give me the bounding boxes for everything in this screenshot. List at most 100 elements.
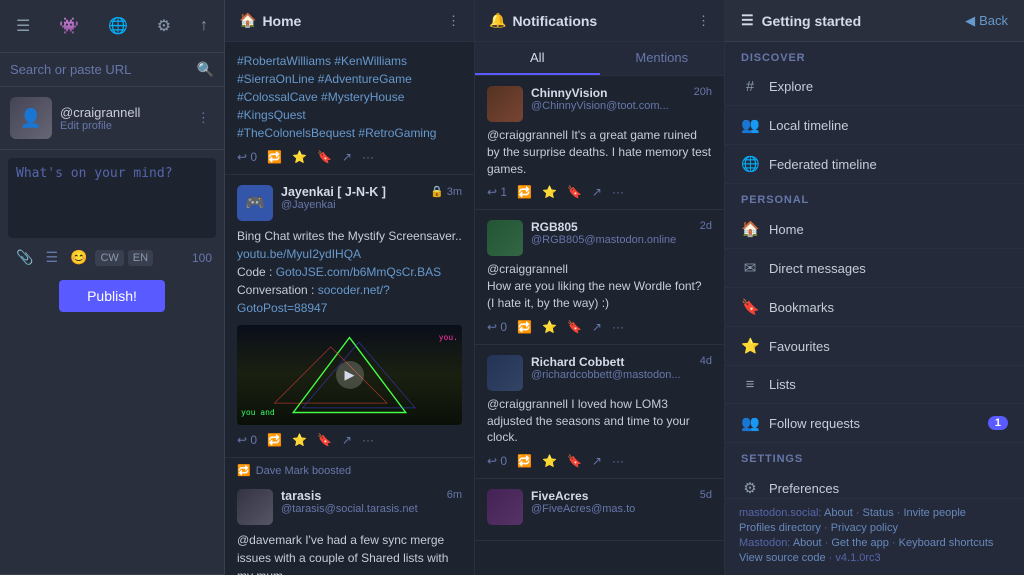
- footer-line4: View source code · v4.1.0rc3: [739, 552, 1010, 564]
- back-chevron-icon: ◀: [965, 13, 975, 29]
- nav-home-label: Home: [769, 222, 804, 237]
- reply[interactable]: ↩ 0: [487, 454, 507, 468]
- fav[interactable]: ⭐: [542, 320, 557, 334]
- nav-local-timeline[interactable]: 👥 Local timeline: [725, 106, 1024, 145]
- play-button[interactable]: ▶: [336, 361, 364, 389]
- attach-icon[interactable]: 📎: [12, 247, 37, 268]
- home-feed: #RobertaWilliams #KenWilliams #SierraOnL…: [225, 42, 474, 575]
- status-link[interactable]: Status: [863, 507, 894, 519]
- jayenkai-link1[interactable]: youtu.be/MyuI2ydIHQA: [237, 247, 361, 261]
- fav[interactable]: ⭐: [542, 454, 557, 468]
- share-action[interactable]: ↗: [342, 433, 352, 447]
- lang-button[interactable]: EN: [128, 250, 153, 266]
- fiveacres-name: FiveAcres: [531, 489, 692, 503]
- cw-button[interactable]: CW: [95, 250, 123, 266]
- search-input[interactable]: [10, 62, 197, 77]
- compose-textarea[interactable]: [8, 158, 216, 238]
- invite-link[interactable]: Invite people: [904, 507, 966, 519]
- reply[interactable]: ↩ 1: [487, 185, 507, 199]
- bookmark[interactable]: 🔖: [567, 320, 582, 334]
- nav-home[interactable]: 🏠 Home: [725, 210, 1024, 249]
- hashtag-post: #RobertaWilliams #KenWilliams #SierraOnL…: [225, 42, 474, 175]
- fiveacres-avatar: [487, 489, 523, 525]
- jayenkai-body: Bing Chat writes the Mystify Screensaver…: [237, 227, 462, 317]
- reply[interactable]: ↩ 0: [487, 320, 507, 334]
- bookmark-action[interactable]: 🔖: [317, 150, 332, 164]
- nav-bookmarks[interactable]: 🔖 Bookmarks: [725, 288, 1024, 327]
- profile-section: 👤 @craigrannell Edit profile ⋮: [0, 87, 224, 150]
- avatar: 👤: [10, 97, 52, 139]
- getting-started-icon: ☰: [741, 12, 754, 29]
- boost[interactable]: 🔁: [517, 185, 532, 199]
- profiles-dir-link[interactable]: Profiles directory: [739, 522, 821, 534]
- settings-icon[interactable]: ⚙: [153, 14, 175, 38]
- tarasis-time: 6m: [447, 489, 462, 501]
- about-link[interactable]: About: [824, 507, 853, 519]
- poll-icon[interactable]: ☰: [41, 247, 62, 268]
- rgb805-actions: ↩ 0 🔁 ⭐ 🔖 ↗ ···: [487, 320, 712, 334]
- share[interactable]: ↗: [592, 320, 602, 334]
- mastodon-about-link[interactable]: About: [793, 537, 822, 549]
- home-header: 🏠 Home ⋮: [225, 0, 474, 42]
- more[interactable]: ···: [612, 320, 624, 334]
- nav-federated-timeline[interactable]: 🌐 Federated timeline: [725, 145, 1024, 184]
- global-icon[interactable]: 🌐: [104, 14, 132, 38]
- tab-mentions[interactable]: Mentions: [600, 42, 725, 75]
- more-action[interactable]: ···: [362, 433, 374, 447]
- menu-button[interactable]: ☰: [12, 14, 34, 38]
- compose-icon[interactable]: ↑: [196, 15, 212, 37]
- federated-icon: 🌐: [741, 155, 759, 173]
- compose-toolbar: 📎 ☰ 😊 CW EN 100: [8, 241, 216, 274]
- nav-favourites[interactable]: ⭐ Favourites: [725, 327, 1024, 366]
- nav-follow-requests-label: Follow requests: [769, 416, 860, 431]
- fav-action[interactable]: ⭐: [292, 150, 307, 164]
- bookmark[interactable]: 🔖: [567, 185, 582, 199]
- share[interactable]: ↗: [592, 185, 602, 199]
- jayenkai-name: Jayenkai [ J-N-K ]: [281, 185, 422, 199]
- boost-action[interactable]: 🔁: [267, 150, 282, 164]
- home-settings-icon[interactable]: ⋮: [447, 13, 460, 29]
- jayenkai-time: 🔒 3m: [430, 185, 462, 198]
- more[interactable]: ···: [612, 454, 624, 468]
- more-action[interactable]: ···: [362, 150, 374, 164]
- search-bar: 🔍: [0, 53, 224, 87]
- nav-lists[interactable]: ≡ Lists: [725, 366, 1024, 404]
- getting-started-icon[interactable]: 👾: [55, 14, 83, 38]
- notifications-panel: 🔔 Notifications ⋮ All Mentions ChinnyVis…: [475, 0, 725, 575]
- edit-profile-link[interactable]: Edit profile: [60, 120, 193, 132]
- publish-button[interactable]: Publish!: [59, 280, 165, 312]
- share[interactable]: ↗: [592, 454, 602, 468]
- home-nav-icon: 🏠: [741, 220, 759, 238]
- fav[interactable]: ⭐: [542, 185, 557, 199]
- nav-follow-requests[interactable]: 👥 Follow requests 1: [725, 404, 1024, 443]
- tarasis-avatar: [237, 489, 273, 525]
- bookmark-action[interactable]: 🔖: [317, 433, 332, 447]
- notif-settings-icon[interactable]: ⋮: [697, 13, 710, 29]
- nav-explore[interactable]: # Explore: [725, 68, 1024, 106]
- back-button[interactable]: ◀ Back: [965, 13, 1008, 29]
- jayenkai-media[interactable]: ▶ you and you.: [237, 325, 462, 425]
- jayenkai-link3[interactable]: socoder.net/?GotoPost=88947: [237, 283, 390, 315]
- fav-action[interactable]: ⭐: [292, 433, 307, 447]
- boost[interactable]: 🔁: [517, 454, 532, 468]
- richard-name: Richard Cobbett: [531, 355, 692, 369]
- nav-preferences-label: Preferences: [769, 481, 839, 496]
- tab-all[interactable]: All: [475, 42, 600, 75]
- privacy-link[interactable]: Privacy policy: [831, 522, 898, 534]
- source-code-link[interactable]: View source code: [739, 552, 826, 564]
- reply-action[interactable]: ↩ 0: [237, 433, 257, 447]
- nav-direct-messages[interactable]: ✉ Direct messages: [725, 249, 1024, 288]
- boost[interactable]: 🔁: [517, 320, 532, 334]
- jayenkai-link2[interactable]: GotoJSE.com/b6MmQsCr.BAS: [276, 265, 441, 279]
- more[interactable]: ···: [612, 185, 624, 199]
- search-icon: 🔍: [197, 61, 214, 78]
- bookmark[interactable]: 🔖: [567, 454, 582, 468]
- profile-menu-button[interactable]: ⋮: [193, 106, 214, 130]
- share-action[interactable]: ↗: [342, 150, 352, 164]
- get-app-link[interactable]: Get the app: [831, 537, 889, 549]
- emoji-icon[interactable]: 😊: [66, 247, 91, 268]
- boost-action[interactable]: 🔁: [267, 433, 282, 447]
- keyboard-shortcuts-link[interactable]: Keyboard shortcuts: [899, 537, 994, 549]
- nav-preferences[interactable]: ⚙ Preferences: [725, 469, 1024, 498]
- reply-action[interactable]: ↩ 0: [237, 150, 257, 164]
